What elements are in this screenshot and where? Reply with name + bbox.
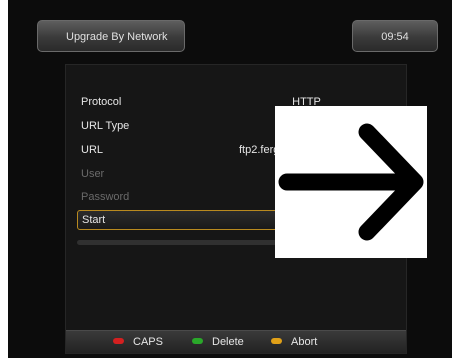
red-key-icon — [113, 338, 124, 345]
green-key-icon — [192, 338, 203, 345]
protocol-label: Protocol — [81, 96, 122, 108]
footer-key-bar: CAPS Delete Abort — [66, 330, 406, 353]
delete-label: Delete — [212, 336, 244, 348]
delete-key[interactable]: Delete — [192, 336, 244, 348]
password-label: Password — [81, 191, 130, 203]
abort-label: Abort — [291, 336, 318, 348]
user-label: User — [81, 168, 105, 180]
url-label: URL — [81, 144, 104, 156]
clock: 09:54 — [352, 20, 438, 52]
caps-key[interactable]: CAPS — [113, 336, 163, 348]
arrow-right-icon — [275, 106, 427, 258]
abort-key[interactable]: Abort — [271, 336, 317, 348]
yellow-key-icon — [271, 338, 282, 345]
url-type-label: URL Type — [81, 120, 130, 132]
window-title: Upgrade By Network — [37, 20, 185, 52]
start-label: Start — [82, 214, 106, 226]
caps-label: CAPS — [133, 336, 163, 348]
